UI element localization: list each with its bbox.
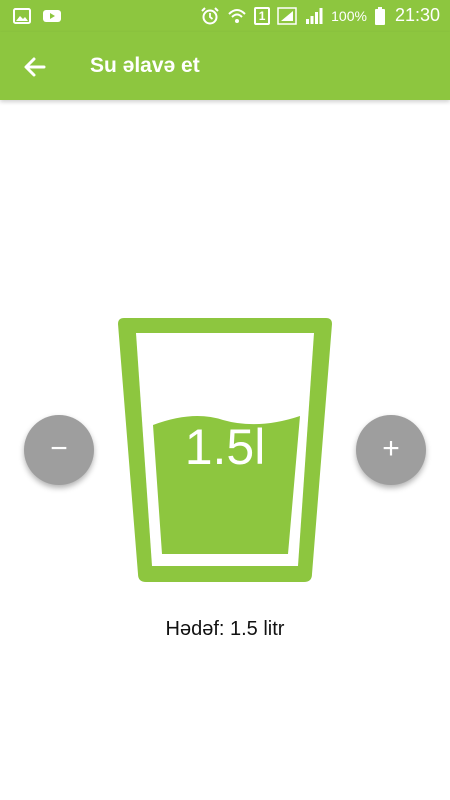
minus-icon: − xyxy=(50,432,68,465)
status-bar: 1 100% 21:30 xyxy=(0,0,450,32)
back-button[interactable] xyxy=(18,50,52,84)
battery-percent: 100% xyxy=(331,7,367,24)
clock: 21:30 xyxy=(394,5,440,25)
signal-icon xyxy=(304,6,324,26)
signal-icon xyxy=(277,6,297,26)
gallery-icon xyxy=(12,6,32,26)
battery-icon xyxy=(374,6,386,26)
goal-text: Hədəf: 1.5 litr xyxy=(165,618,285,640)
alarm-icon xyxy=(200,6,220,26)
status-left-icons xyxy=(12,6,62,26)
sim-icon: 1 xyxy=(254,6,271,25)
youtube-icon xyxy=(42,6,62,26)
arrow-back-icon xyxy=(18,50,52,84)
water-amount: 1.5l xyxy=(184,419,266,475)
page-title: Su əlavə et xyxy=(90,54,200,77)
plus-icon: + xyxy=(382,432,400,465)
app-bar: Su əlavə et xyxy=(0,32,450,100)
status-right-icons: 1 100% 21:30 xyxy=(200,5,440,26)
decrease-button[interactable]: − xyxy=(24,415,94,485)
wifi-icon xyxy=(227,6,247,26)
increase-button[interactable]: + xyxy=(356,415,426,485)
